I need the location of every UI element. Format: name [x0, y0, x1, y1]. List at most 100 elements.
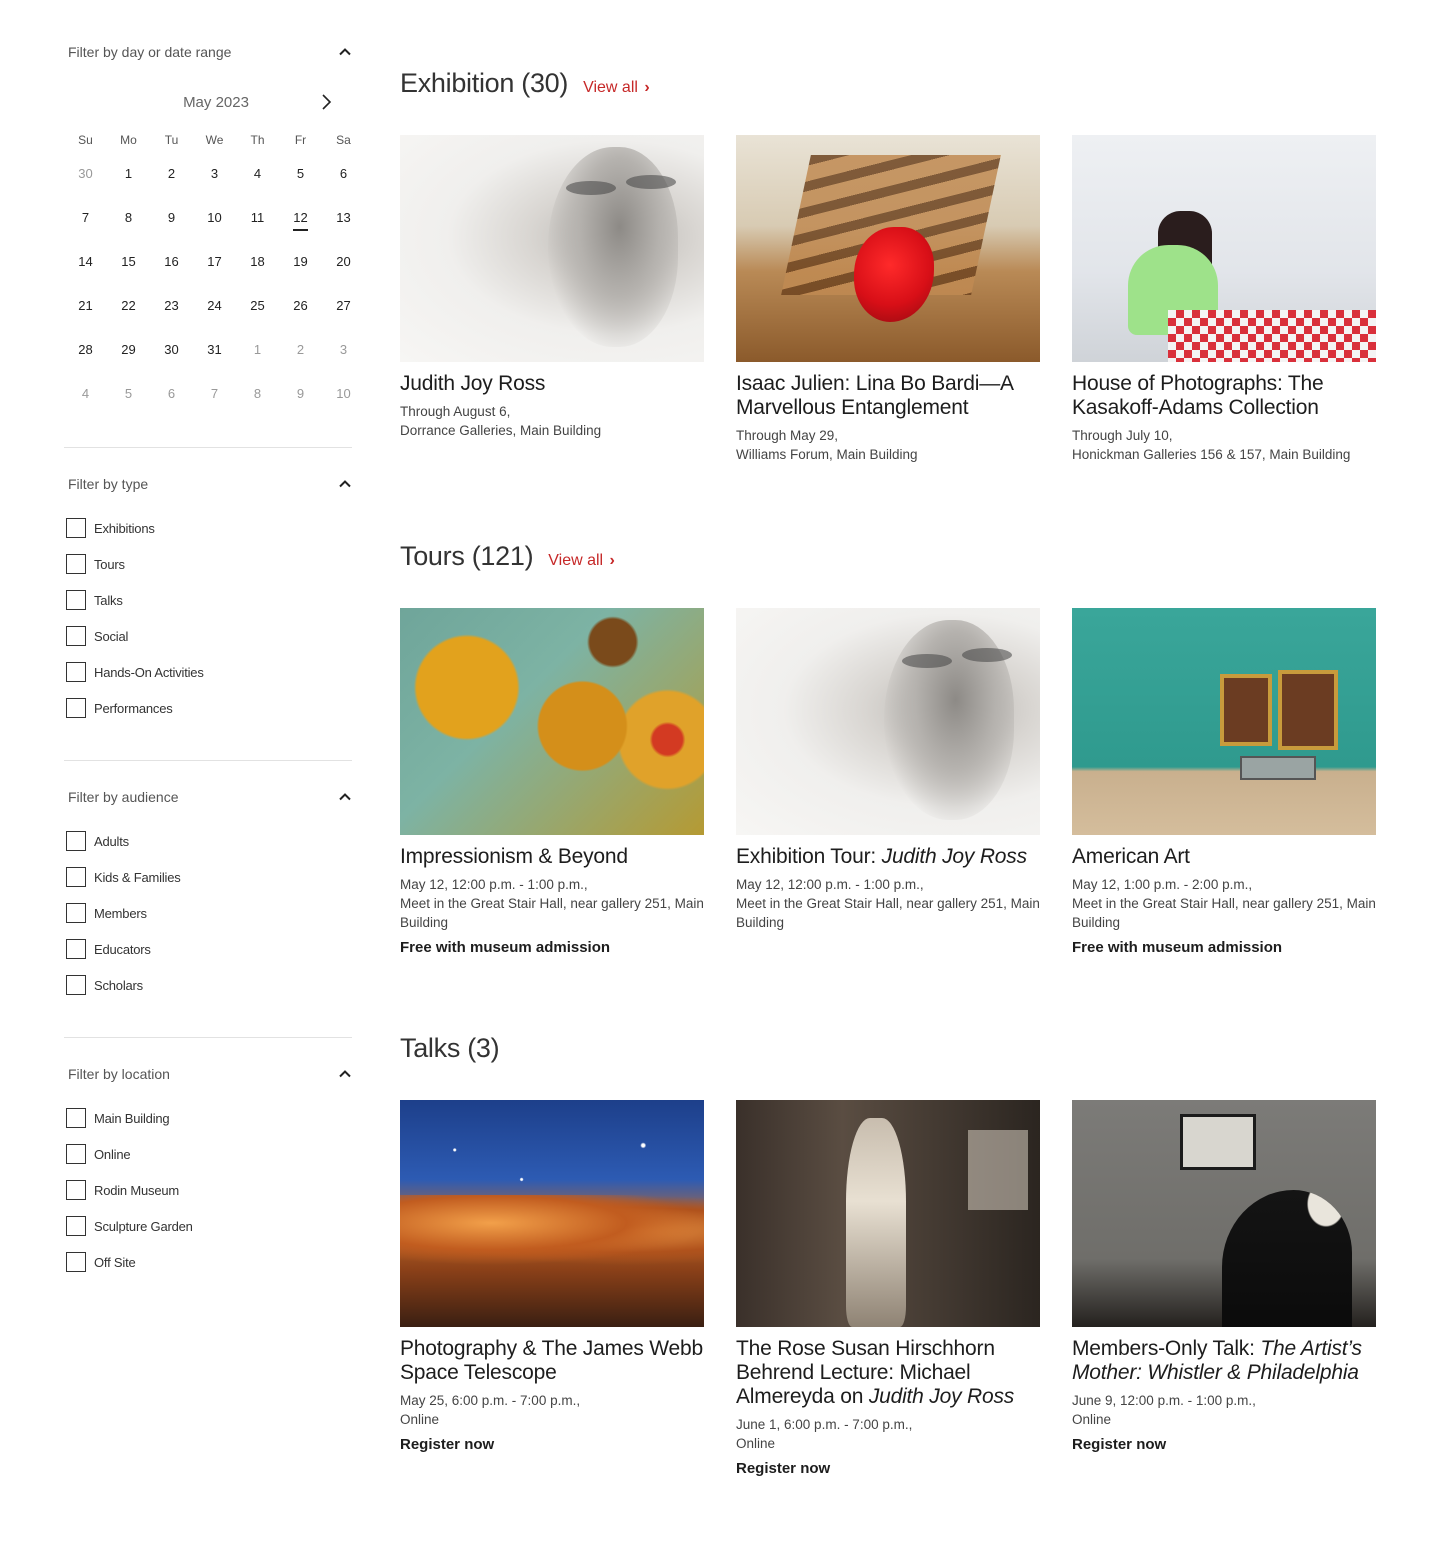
calendar-day[interactable]: 3 [193, 164, 236, 208]
event-image[interactable] [400, 135, 704, 362]
calendar-day[interactable]: 27 [322, 296, 365, 340]
event-image[interactable] [1072, 135, 1376, 362]
calendar-day[interactable]: 25 [236, 296, 279, 340]
event-title[interactable]: The Rose Susan Hirschhorn Behrend Lectur… [736, 1337, 1040, 1409]
checkbox[interactable] [66, 867, 86, 887]
calendar-day[interactable]: 11 [236, 208, 279, 252]
calendar-day[interactable]: 30 [150, 340, 193, 384]
checkbox[interactable] [66, 1252, 86, 1272]
calendar-day[interactable]: 13 [322, 208, 365, 252]
event-title[interactable]: Judith Joy Ross [400, 372, 704, 396]
calendar-day[interactable]: 3 [322, 340, 365, 384]
checkbox[interactable] [66, 831, 86, 851]
event-image[interactable] [1072, 608, 1376, 835]
event-title[interactable]: Exhibition Tour: Judith Joy Ross [736, 845, 1040, 869]
calendar-day[interactable]: 10 [193, 208, 236, 252]
register-now-link[interactable]: Register now [736, 1460, 1040, 1477]
event-title[interactable]: Members-Only Talk: The Artist’s Mother: … [1072, 1337, 1376, 1385]
location-filter-header[interactable]: Filter by location [64, 1062, 352, 1086]
calendar-day[interactable]: 28 [64, 340, 107, 384]
calendar-day[interactable]: 16 [150, 252, 193, 296]
event-title[interactable]: Isaac Julien: Lina Bo Bardi—A Marvellous… [736, 372, 1040, 420]
calendar-day[interactable]: 5 [107, 384, 150, 428]
checkbox-kids-families[interactable]: Kids & Families [64, 859, 352, 895]
calendar-day[interactable]: 7 [193, 384, 236, 428]
type-filter-header[interactable]: Filter by type [64, 472, 352, 496]
calendar-day[interactable]: 29 [107, 340, 150, 384]
checkbox-social[interactable]: Social [64, 618, 352, 654]
event-title[interactable]: American Art [1072, 845, 1376, 869]
checkbox[interactable] [66, 590, 86, 610]
checkbox[interactable] [66, 698, 86, 718]
event-image[interactable] [400, 1100, 704, 1327]
checkbox[interactable] [66, 662, 86, 682]
event-image[interactable] [1072, 1100, 1376, 1327]
checkbox-hands-on-activities[interactable]: Hands-On Activities [64, 654, 352, 690]
calendar-day[interactable]: 1 [107, 164, 150, 208]
chevron-up-icon[interactable] [338, 45, 352, 59]
calendar-day[interactable]: 2 [150, 164, 193, 208]
view-all-link[interactable]: View all › [583, 79, 650, 97]
chevron-up-icon[interactable] [338, 1067, 352, 1081]
calendar-day[interactable]: 20 [322, 252, 365, 296]
event-title[interactable]: Photography & The James Webb Space Teles… [400, 1337, 704, 1385]
audience-filter-header[interactable]: Filter by audience [64, 785, 352, 809]
calendar-day[interactable]: 6 [150, 384, 193, 428]
event-image[interactable] [736, 135, 1040, 362]
calendar-day[interactable]: 1 [236, 340, 279, 384]
checkbox-members[interactable]: Members [64, 895, 352, 931]
event-image[interactable] [736, 1100, 1040, 1327]
checkbox[interactable] [66, 554, 86, 574]
checkbox-talks[interactable]: Talks [64, 582, 352, 618]
calendar-day[interactable]: 31 [193, 340, 236, 384]
calendar-day[interactable]: 12 [279, 208, 322, 252]
calendar-day[interactable]: 7 [64, 208, 107, 252]
checkbox-sculpture-garden[interactable]: Sculpture Garden [64, 1208, 352, 1244]
calendar-day[interactable]: 23 [150, 296, 193, 340]
calendar-day[interactable]: 9 [279, 384, 322, 428]
checkbox[interactable] [66, 1144, 86, 1164]
checkbox[interactable] [66, 518, 86, 538]
checkbox[interactable] [66, 1180, 86, 1200]
checkbox[interactable] [66, 1108, 86, 1128]
event-image[interactable] [400, 608, 704, 835]
chevron-right-icon[interactable] [316, 92, 336, 112]
calendar-day[interactable]: 26 [279, 296, 322, 340]
calendar-day[interactable]: 4 [236, 164, 279, 208]
checkbox-online[interactable]: Online [64, 1136, 352, 1172]
checkbox[interactable] [66, 975, 86, 995]
calendar-day[interactable]: 2 [279, 340, 322, 384]
calendar-day[interactable]: 17 [193, 252, 236, 296]
checkbox[interactable] [66, 626, 86, 646]
checkbox-rodin-museum[interactable]: Rodin Museum [64, 1172, 352, 1208]
event-title[interactable]: House of Photographs: The Kasakoff-Adams… [1072, 372, 1376, 420]
checkbox[interactable] [66, 939, 86, 959]
calendar-day[interactable]: 22 [107, 296, 150, 340]
view-all-link[interactable]: View all › [548, 552, 615, 570]
calendar-day[interactable]: 5 [279, 164, 322, 208]
calendar-day[interactable]: 14 [64, 252, 107, 296]
calendar-day[interactable]: 10 [322, 384, 365, 428]
calendar-day[interactable]: 9 [150, 208, 193, 252]
checkbox-tours[interactable]: Tours [64, 546, 352, 582]
checkbox-scholars[interactable]: Scholars [64, 967, 352, 1003]
calendar-day[interactable]: 6 [322, 164, 365, 208]
event-title[interactable]: Impressionism & Beyond [400, 845, 704, 869]
calendar-day[interactable]: 8 [236, 384, 279, 428]
checkbox-performances[interactable]: Performances [64, 690, 352, 726]
checkbox-adults[interactable]: Adults [64, 823, 352, 859]
calendar-day[interactable]: 8 [107, 208, 150, 252]
checkbox-main-building[interactable]: Main Building [64, 1100, 352, 1136]
calendar-day[interactable]: 21 [64, 296, 107, 340]
checkbox-off-site[interactable]: Off Site [64, 1244, 352, 1280]
event-image[interactable] [736, 608, 1040, 835]
register-now-link[interactable]: Register now [1072, 1436, 1376, 1453]
calendar-day[interactable]: 24 [193, 296, 236, 340]
calendar-day[interactable]: 19 [279, 252, 322, 296]
checkbox[interactable] [66, 903, 86, 923]
chevron-up-icon[interactable] [338, 477, 352, 491]
date-filter-header[interactable]: Filter by day or date range [64, 40, 352, 64]
register-now-link[interactable]: Register now [400, 1436, 704, 1453]
calendar-day[interactable]: 4 [64, 384, 107, 428]
checkbox[interactable] [66, 1216, 86, 1236]
